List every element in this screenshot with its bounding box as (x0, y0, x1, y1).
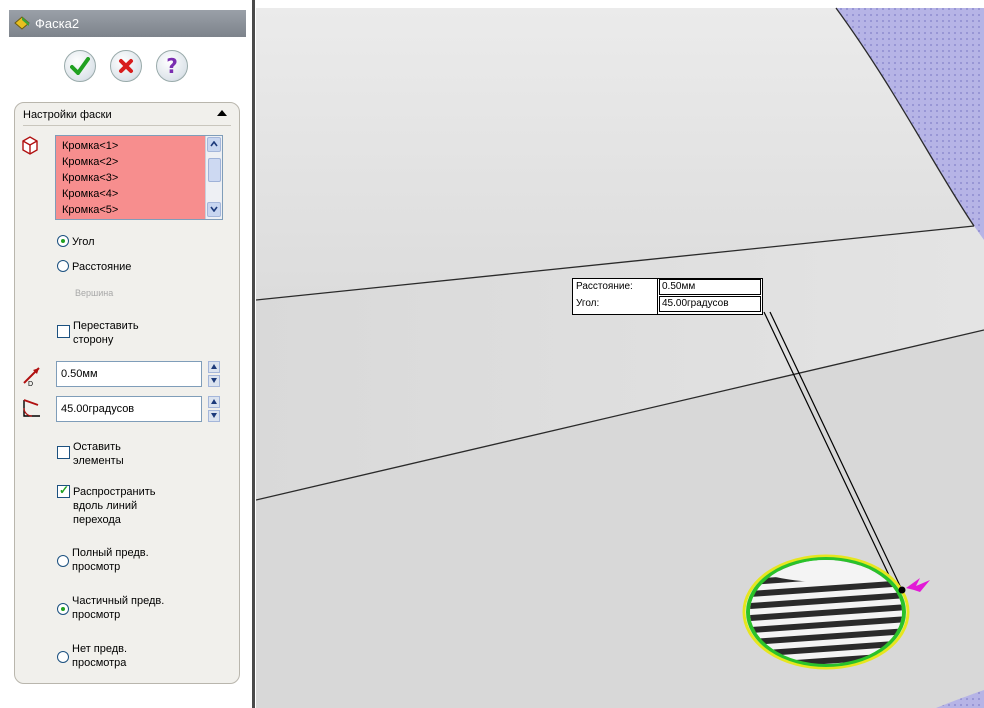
dimension-callout: Расстояние: 0.50мм Угол: 45.00градусов (572, 278, 763, 315)
callout-distance-label: Расстояние: (576, 281, 633, 292)
check-icon (70, 57, 90, 75)
callout-angle-row: Угол: 45.00градусов (573, 296, 762, 313)
checkbox-label: сторону (73, 334, 114, 346)
callout-distance-value[interactable]: 0.50мм (659, 279, 761, 295)
radio-button[interactable] (57, 603, 69, 615)
list-item[interactable]: Кромка<3> (62, 170, 222, 186)
scroll-down-button[interactable] (207, 202, 221, 217)
checkbox-label: вдоль линий (73, 500, 138, 512)
chevron-down-icon (211, 378, 217, 383)
angle-input[interactable]: 45.00градусов (56, 396, 202, 422)
spin-down-button[interactable] (208, 410, 220, 422)
distance-spinner[interactable] (208, 361, 220, 387)
spin-up-button[interactable] (208, 361, 220, 373)
checkbox[interactable] (57, 483, 70, 498)
flip-direction-checkbox[interactable]: Переставить сторону (57, 319, 139, 347)
tangent-propagation-checkbox[interactable]: Распространить вдоль линий перехода (57, 483, 156, 527)
chamfer-handle-point[interactable] (898, 586, 906, 594)
angle-spinner[interactable] (208, 396, 220, 422)
distance-input[interactable]: 0.50мм (56, 361, 202, 387)
chevron-down-icon (211, 413, 217, 418)
close-icon (119, 59, 133, 73)
callout-angle-value[interactable]: 45.00градусов (659, 296, 761, 312)
chamfer-settings-group: Настройки фаски Кромка<1> Кромка<2> Кром… (14, 102, 240, 684)
spin-down-button[interactable] (208, 375, 220, 387)
radio-label: Угол (72, 236, 95, 248)
chevron-up-icon (211, 364, 217, 369)
svg-text:D: D (28, 381, 33, 387)
help-button[interactable]: ? (156, 50, 188, 82)
radio-label: просмотр (72, 561, 121, 573)
checkbox-label: Распространить (73, 486, 156, 498)
property-manager: Фаска2 ? Настройки фаски Кромка<1> Кромк… (0, 0, 246, 708)
spin-up-button[interactable] (208, 396, 220, 408)
radio-button[interactable] (57, 651, 69, 663)
radio-label: Нет предв. (72, 643, 128, 655)
divider (23, 125, 231, 126)
panel-splitter[interactable] (252, 0, 255, 708)
graphics-viewport[interactable] (256, 0, 984, 708)
checkbox-label: Переставить (73, 320, 139, 332)
edge-selection-list[interactable]: Кромка<1> Кромка<2> Кромка<3> Кромка<4> … (55, 135, 223, 220)
scroll-up-button[interactable] (207, 137, 221, 152)
radio-distance-distance[interactable]: Расстояние (57, 260, 131, 274)
radio-label: просмотр (72, 609, 121, 621)
radio-vertex: Вершина (75, 286, 113, 300)
radio-label: просмотра (72, 657, 127, 669)
scroll-thumb[interactable] (208, 158, 221, 182)
radio-label: Расстояние (72, 261, 132, 273)
chamfer-feature-icon (13, 14, 31, 32)
group-title: Настройки фаски (23, 109, 112, 121)
radio-angle-distance[interactable]: Угол (57, 235, 95, 249)
ok-button[interactable] (64, 50, 96, 82)
chevron-up-icon (211, 399, 217, 404)
radio-button[interactable] (57, 555, 69, 567)
angle-icon (21, 397, 43, 419)
list-item[interactable]: Кромка<5> (62, 202, 222, 218)
radio-full-preview[interactable]: Полный предв. просмотр (57, 546, 149, 574)
chevron-down-icon (210, 206, 218, 212)
checkbox-label: Оставить (73, 441, 121, 453)
radio-label: Частичный предв. (72, 595, 165, 607)
list-item[interactable]: Кромка<2> (62, 154, 222, 170)
checkbox[interactable] (57, 446, 70, 459)
checkbox-label: элементы (73, 455, 124, 467)
radio-button[interactable] (57, 260, 69, 272)
list-item[interactable]: Кромка<1> (62, 138, 222, 154)
callout-distance-row: Расстояние: 0.50мм (573, 279, 762, 296)
model-view[interactable] (256, 0, 984, 708)
feature-title-bar: Фаска2 (9, 10, 246, 37)
list-item[interactable]: Кромка<4> (62, 186, 222, 202)
edge-list-scrollbar[interactable] (205, 136, 222, 219)
callout-angle-label: Угол: (576, 298, 600, 309)
radio-no-preview[interactable]: Нет предв. просмотра (57, 642, 127, 670)
radio-label: Полный предв. (72, 547, 149, 559)
keep-features-checkbox[interactable]: Оставить элементы (57, 440, 124, 468)
radio-label: Вершина (75, 288, 114, 298)
feature-title: Фаска2 (35, 16, 80, 31)
distance-icon: D (21, 365, 43, 388)
checkbox[interactable] (57, 325, 70, 338)
collapse-arrow-icon[interactable] (217, 110, 227, 116)
radio-partial-preview[interactable]: Частичный предв. просмотр (57, 594, 164, 622)
help-icon: ? (166, 54, 178, 78)
edge-selection-icon (19, 134, 41, 156)
cancel-button[interactable] (110, 50, 142, 82)
chevron-up-icon (210, 141, 218, 147)
checkbox-label: перехода (73, 514, 121, 526)
radio-button[interactable] (57, 235, 69, 247)
